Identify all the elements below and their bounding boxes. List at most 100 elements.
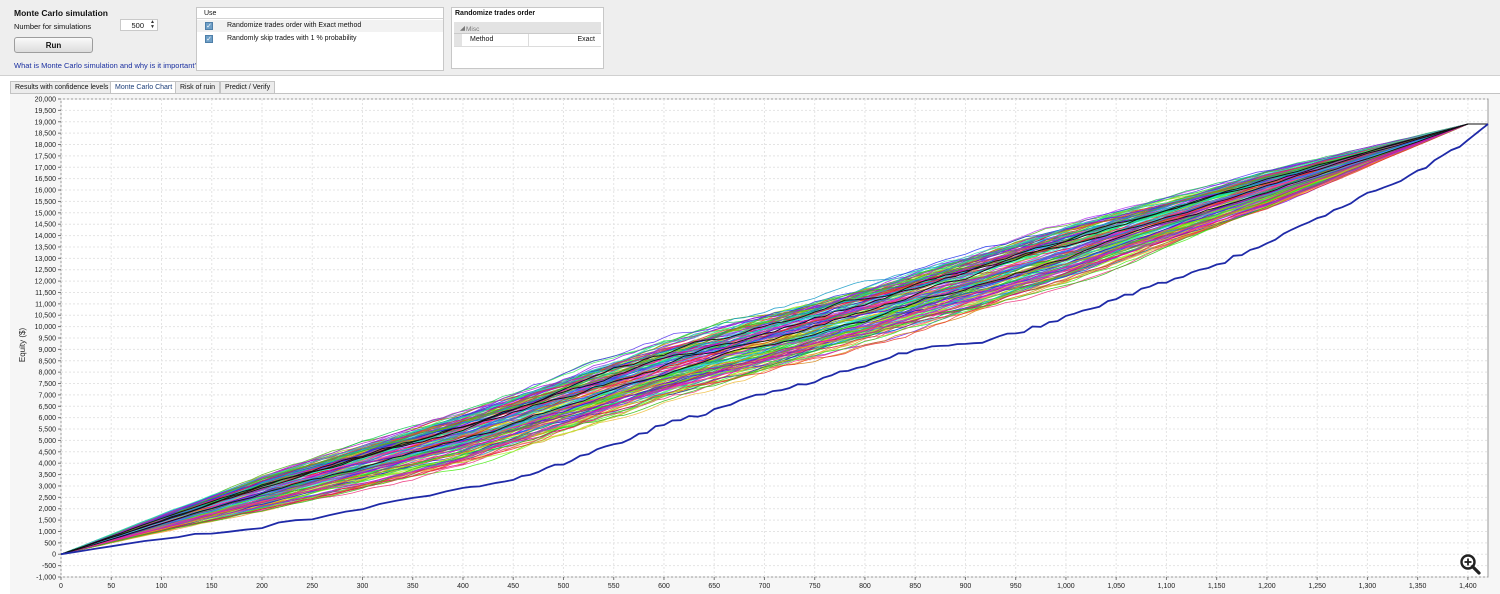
simulations-count-stepper[interactable]: 500 ▲ ▼: [120, 19, 158, 31]
y-tick-label: 7,500: [38, 381, 56, 388]
x-tick-label: 100: [156, 583, 168, 590]
x-tick-label: 50: [107, 583, 115, 590]
y-tick-label: 10,500: [35, 313, 57, 320]
y-tick-label: 12,500: [35, 267, 57, 274]
y-tick-label: 15,000: [35, 210, 57, 217]
y-tick-label: 16,500: [35, 176, 57, 183]
x-tick-label: 150: [206, 583, 218, 590]
y-tick-label: 2,500: [38, 495, 56, 502]
tab-results-confidence[interactable]: Results with confidence levels: [10, 81, 114, 93]
y-tick-label: 4,000: [38, 461, 56, 468]
x-tick-label: 700: [759, 583, 771, 590]
y-tick-label: 14,000: [35, 233, 57, 240]
x-tick-label: 850: [909, 583, 921, 590]
zoom-in-icon[interactable]: [1459, 553, 1481, 575]
y-tick-label: 500: [44, 540, 56, 547]
x-tick-label: 1,050: [1107, 583, 1125, 590]
x-tick-label: 1,250: [1308, 583, 1326, 590]
x-tick-label: 400: [457, 583, 469, 590]
use-column-header: Use: [197, 8, 443, 19]
y-tick-label: 11,500: [35, 290, 56, 297]
option-label: Randomly skip trades with 1 % probabilit…: [227, 35, 357, 42]
x-tick-label: 500: [558, 583, 570, 590]
y-tick-label: 17,000: [35, 165, 57, 172]
y-tick-label: 8,000: [38, 370, 56, 377]
y-tick-label: 5,000: [38, 438, 56, 445]
x-tick-label: 900: [960, 583, 972, 590]
x-tick-label: 1,400: [1459, 583, 1477, 590]
option-row-randomize-order[interactable]: ✓ Randomize trades order with Exact meth…: [197, 20, 443, 32]
x-tick-label: 750: [809, 583, 821, 590]
y-tick-label: 19,500: [35, 108, 57, 115]
method-property-value[interactable]: Exact: [577, 36, 595, 43]
y-axis-label: Equity ($): [18, 328, 27, 363]
help-link[interactable]: What is Monte Carlo simulation and why i…: [14, 61, 199, 70]
y-tick-label: 3,500: [38, 472, 56, 479]
x-tick-label: 1,350: [1409, 583, 1427, 590]
y-tick-label: 5,500: [38, 427, 56, 434]
spinner-arrows-icon[interactable]: ▲ ▼: [150, 20, 155, 30]
x-tick-label: 1,000: [1057, 583, 1075, 590]
properties-title: Randomize trades order: [455, 10, 536, 17]
x-tick-label: 350: [407, 583, 419, 590]
y-tick-label: 3,000: [38, 483, 56, 490]
x-tick-label: 300: [357, 583, 369, 590]
y-tick-label: 13,500: [35, 244, 57, 251]
option-row-skip-trades[interactable]: ✓ Randomly skip trades with 1 % probabil…: [197, 33, 443, 45]
x-tick-label: 200: [256, 583, 268, 590]
checkbox-checked-icon[interactable]: ✓: [205, 22, 213, 30]
x-tick-label: 250: [306, 583, 318, 590]
option-label: Randomize trades order with Exact method: [227, 22, 362, 29]
tab-predict-verify[interactable]: Predict / Verify: [220, 81, 276, 93]
misc-group-label: ◢ Misc: [460, 25, 480, 33]
method-property-row[interactable]: Method Exact: [454, 34, 601, 47]
y-tick-label: 15,500: [35, 199, 57, 206]
use-options-table: Use ✓ Randomize trades order with Exact …: [196, 7, 444, 71]
y-tick-label: 12,000: [35, 279, 57, 286]
y-tick-label: 16,000: [35, 188, 57, 195]
x-tick-label: 550: [608, 583, 620, 590]
x-tick-label: 800: [859, 583, 871, 590]
y-tick-label: 18,000: [35, 142, 57, 149]
y-tick-label: 2,000: [38, 506, 56, 513]
y-tick-label: 7,000: [38, 392, 56, 399]
misc-group-header[interactable]: ◢ Misc: [454, 22, 601, 34]
randomize-properties-panel: Randomize trades order ◢ Misc Method Exa…: [451, 7, 604, 69]
y-tick-label: 17,500: [35, 153, 57, 160]
x-tick-label: 1,150: [1208, 583, 1226, 590]
x-tick-label: 1,300: [1359, 583, 1377, 590]
x-tick-label: 1,200: [1258, 583, 1276, 590]
simulations-count-value[interactable]: 500: [131, 21, 144, 30]
y-tick-label: 9,500: [38, 336, 56, 343]
use-header-label: Use: [204, 10, 217, 17]
y-tick-label: 8,500: [38, 358, 56, 365]
y-tick-label: 1,500: [38, 518, 56, 525]
monte-carlo-chart[interactable]: -1,000 -500 0 500 1,000 1,500 2,000 2,500 3,000 3…: [10, 93, 1500, 594]
y-tick-label: 14,500: [35, 222, 57, 229]
y-tick-label: -1,000: [36, 575, 56, 582]
chart-canvas[interactable]: -1,000-50005001,0001,5002,0002,5003,0003…: [10, 94, 1500, 594]
simulations-count-label: Number for simulations: [14, 22, 92, 31]
simulation-settings-panel: Monte Carlo simulation Number for simula…: [0, 0, 1500, 76]
y-tick-label: -500: [42, 563, 56, 570]
checkbox-checked-icon[interactable]: ✓: [205, 35, 213, 43]
y-tick-label: 20,000: [35, 97, 57, 104]
section-title: Monte Carlo simulation: [14, 8, 108, 18]
x-tick-label: 1,100: [1158, 583, 1176, 590]
y-tick-label: 9,000: [38, 347, 56, 354]
y-tick-label: 1,000: [38, 529, 56, 536]
x-tick-label: 650: [708, 583, 720, 590]
y-tick-label: 6,000: [38, 415, 56, 422]
y-tick-label: 13,000: [35, 256, 57, 263]
x-tick-label: 950: [1010, 583, 1022, 590]
y-tick-label: 19,000: [35, 119, 57, 126]
y-tick-label: 4,500: [38, 449, 56, 456]
x-tick-label: 450: [507, 583, 519, 590]
tab-monte-carlo-chart[interactable]: Monte Carlo Chart: [110, 81, 178, 93]
y-tick-label: 0: [52, 552, 56, 559]
x-tick-label: 0: [59, 583, 63, 590]
tab-risk-of-ruin[interactable]: Risk of ruin: [175, 81, 221, 93]
x-tick-label: 600: [658, 583, 670, 590]
y-tick-label: 11,000: [35, 301, 56, 308]
run-button[interactable]: Run: [14, 37, 93, 53]
